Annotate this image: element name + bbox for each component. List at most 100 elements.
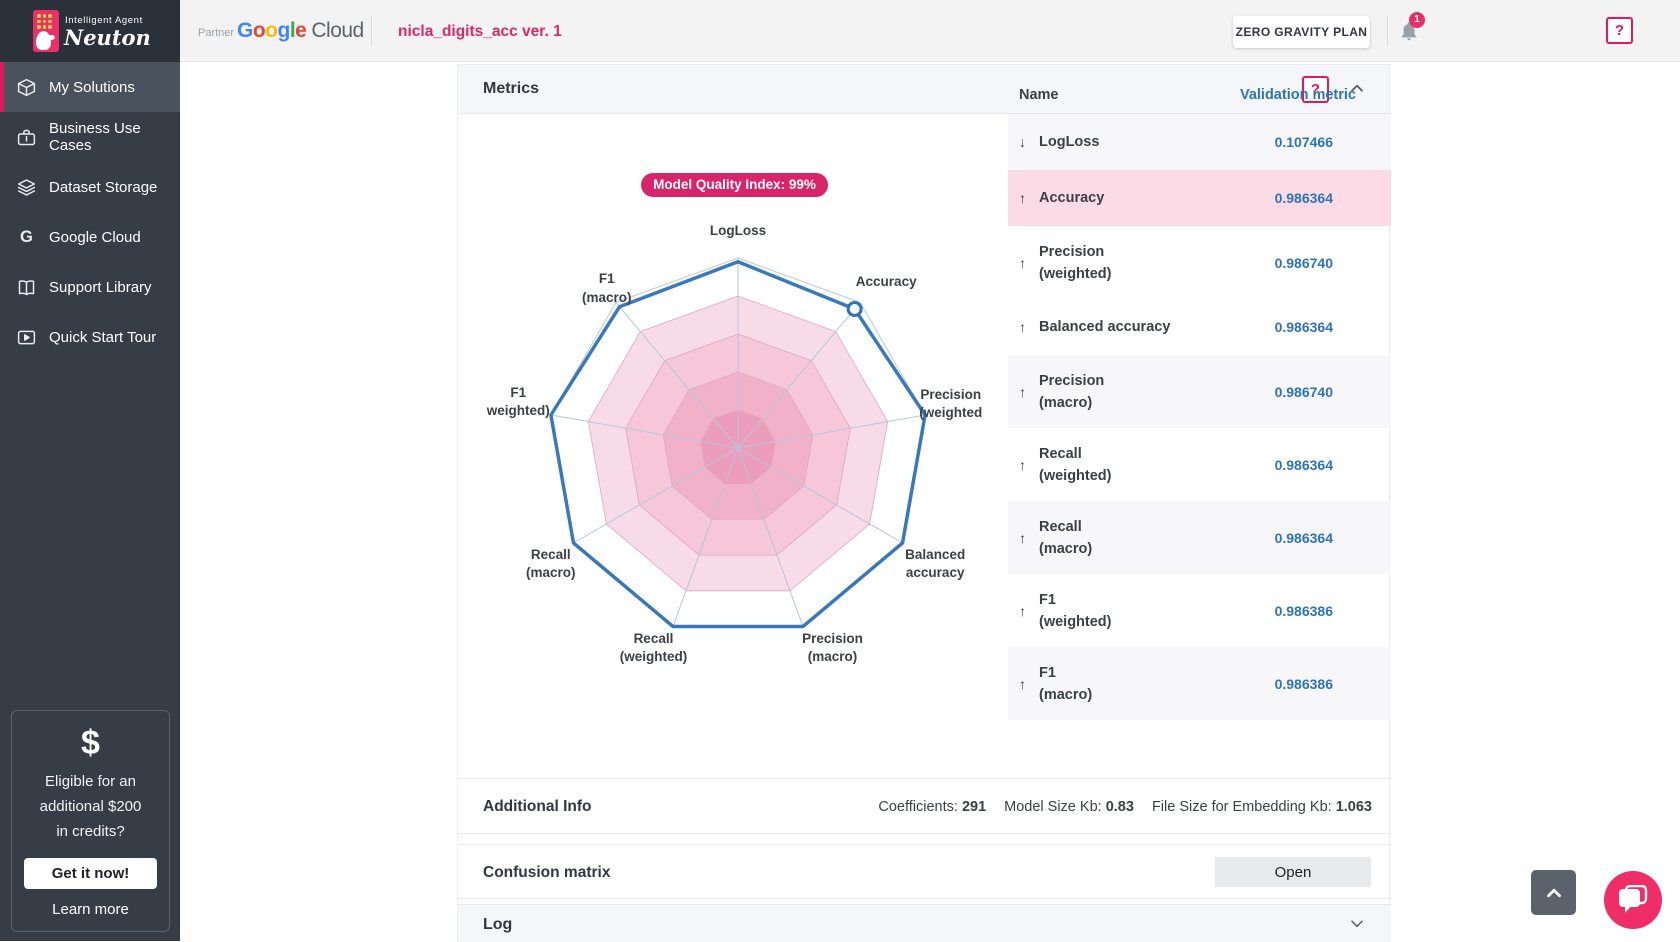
google-letter: o <box>265 19 277 42</box>
metrics-title: Metrics <box>483 80 539 98</box>
sidebar-item-google-cloud[interactable]: GGoogle Cloud <box>0 212 180 262</box>
metric-row-accuracy[interactable]: ↑ Accuracy 0.986364 <box>1008 170 1391 226</box>
notifications-button[interactable]: 1 <box>1398 20 1428 50</box>
metrics-table: Name Validation metric ↓LogLoss0.107466↑… <box>1008 77 1391 720</box>
notification-badge: 1 <box>1409 12 1425 28</box>
credits-promo-card: $ Eligible for an additional $200 in cre… <box>11 710 170 932</box>
sidebar-item-support-library[interactable]: Support Library <box>0 262 180 312</box>
additional-info-item: File Size for Embedding Kb: 1.063 <box>1152 799 1372 815</box>
radar-marker-accuracy[interactable] <box>848 303 861 316</box>
metrics-panel: Metrics ? Model Quality Index: 99% LogLo… <box>457 64 1390 941</box>
top-bar: Intelligent Agent Neuton Partner GoogleC… <box>0 0 1680 62</box>
neuton-logo-icon <box>33 10 59 52</box>
metric-row-f1-macro[interactable]: ↑ F1(macro) 0.986386 <box>1008 647 1391 720</box>
metric-name: F1(macro) <box>1039 662 1092 706</box>
sidebar-item-business-use-cases[interactable]: Business Use Cases <box>0 112 180 162</box>
metric-row-precision-macro[interactable]: ↑ Precision(macro) 0.986740 <box>1008 355 1391 428</box>
metric-value: 0.986364 <box>1275 190 1333 206</box>
scroll-to-top-button[interactable] <box>1531 870 1576 915</box>
sidebar-item-dataset-storage[interactable]: Dataset Storage <box>0 162 180 212</box>
topbar-divider <box>371 16 372 46</box>
log-expand-button[interactable] <box>1346 913 1368 935</box>
metrics-table-header: Name Validation metric <box>1008 77 1391 114</box>
sidebar-item-label: Google Cloud <box>49 229 141 246</box>
model-quality-badge: Model Quality Index: 99% <box>641 173 828 197</box>
sidebar-item-label: My Solutions <box>49 79 135 96</box>
metric-name: F1(weighted) <box>1039 589 1112 633</box>
metric-row-recall-weighted[interactable]: ↑Recall(weighted)0.986364 <box>1008 428 1391 501</box>
logo-bird-shape <box>36 31 51 50</box>
promo-line-2: additional $200 <box>12 794 169 819</box>
arrow-up-icon: ↑ <box>1019 255 1026 271</box>
column-header-validation-metric[interactable]: Validation metric <box>1240 87 1356 103</box>
metric-row-precision-weighted[interactable]: ↑ Precision(weighted) 0.986740 <box>1008 226 1391 299</box>
radar-axis-label: Recall(weighted) <box>620 630 688 666</box>
additional-info-value: 0.83 <box>1106 799 1134 815</box>
video-icon <box>16 327 37 348</box>
radar-axis-label: Balancedaccuracy <box>905 545 965 581</box>
radar-axis-label: Precision(weighted <box>919 385 982 421</box>
radar-chart-zone: Model Quality Index: 99% LogLossAccuracy… <box>458 114 1008 768</box>
metric-value: 0.986364 <box>1275 319 1333 335</box>
google-letter: g <box>278 19 290 42</box>
metric-row-f1-weighted[interactable]: ↑F1(weighted)0.986386 <box>1008 574 1391 647</box>
column-header-name: Name <box>1019 87 1059 103</box>
brand-logo-area: Intelligent Agent Neuton <box>0 0 180 62</box>
confusion-open-button[interactable]: Open <box>1215 857 1371 887</box>
arrow-up-icon: ↑ <box>1019 676 1026 692</box>
log-title: Log <box>483 916 512 934</box>
additional-info-item: Model Size Kb: 0.83 <box>1004 799 1134 815</box>
learn-more-link[interactable]: Learn more <box>52 901 129 918</box>
radar-axis-label: LogLoss <box>710 222 766 240</box>
google-letter: o <box>253 19 265 42</box>
promo-line-1: Eligible for an <box>12 769 169 794</box>
cube-icon <box>16 77 37 98</box>
additional-info-section: Additional Info Coefficients: 291Model S… <box>458 778 1391 834</box>
partner-label: Partner <box>198 27 234 39</box>
additional-info-value: 291 <box>962 799 986 815</box>
logo-dots <box>37 14 55 29</box>
get-it-now-button[interactable]: Get it now! <box>24 858 157 889</box>
metric-name: Recall(macro) <box>1039 516 1092 560</box>
sidebar-item-label: Support Library <box>49 279 152 296</box>
confusion-matrix-section: Confusion matrix Open <box>458 844 1391 899</box>
metric-value: 0.107466 <box>1275 134 1333 150</box>
additional-info-values: Coefficients: 291Model Size Kb: 0.83File… <box>860 799 1372 815</box>
metric-value: 0.986740 <box>1275 384 1333 400</box>
sidebar-item-my-solutions[interactable]: My Solutions <box>0 62 180 112</box>
metric-row-logloss[interactable]: ↓LogLoss0.107466 <box>1008 114 1391 170</box>
metric-row-balanced-accuracy[interactable]: ↑Balanced accuracy0.986364 <box>1008 299 1391 355</box>
radar-axis-label: Recall(macro) <box>526 545 576 581</box>
google-cloud-logo: GoogleCloud <box>237 19 364 43</box>
metric-row-recall-macro[interactable]: ↑Recall(macro)0.986364 <box>1008 501 1391 574</box>
chat-fab-button[interactable] <box>1604 871 1662 929</box>
google-letter: e <box>295 19 306 42</box>
confusion-matrix-title: Confusion matrix <box>483 864 610 882</box>
sidebar-item-label: Business Use Cases <box>49 120 180 154</box>
metric-name: Balanced accuracy <box>1039 316 1170 338</box>
chevron-down-icon <box>1347 913 1367 933</box>
metric-value: 0.986740 <box>1275 255 1333 271</box>
metric-value: 0.986386 <box>1275 676 1333 692</box>
help-button-top[interactable]: ? <box>1606 17 1633 44</box>
radar-axis-label: F1(macro) <box>582 270 632 306</box>
metrics-table-rows: ↓LogLoss0.107466 ↑ Accuracy 0.986364 ↑ Precis… <box>1008 114 1391 720</box>
google-wordmark: Google <box>237 19 306 42</box>
arrow-up-icon: ↑ <box>1019 384 1026 400</box>
chat-bubble-icon <box>1617 885 1649 915</box>
sidebar-menu: My Solutions Business Use Cases Dataset St… <box>0 62 180 362</box>
sidebar-item-quick-start-tour[interactable]: Quick Start Tour <box>0 312 180 362</box>
metric-name: Precision(macro) <box>1039 370 1104 414</box>
arrow-up-icon: ↑ <box>1019 603 1026 619</box>
zero-gravity-plan-button[interactable]: ZERO GRAVITY PLAN <box>1233 16 1370 48</box>
sidebar: My Solutions Business Use Cases Dataset St… <box>0 62 180 941</box>
promo-text: Eligible for an additional $200 in credi… <box>12 769 169 844</box>
log-section-header[interactable]: Log <box>458 904 1391 942</box>
chevron-up-icon <box>1543 882 1565 904</box>
arrow-up-icon: ↑ <box>1019 190 1026 206</box>
metric-name: Accuracy <box>1039 187 1104 209</box>
metric-name: Recall(weighted) <box>1039 443 1112 487</box>
arrow-down-icon: ↓ <box>1019 134 1026 150</box>
layers-icon <box>16 177 37 198</box>
metric-name: Precision(weighted) <box>1039 241 1112 285</box>
